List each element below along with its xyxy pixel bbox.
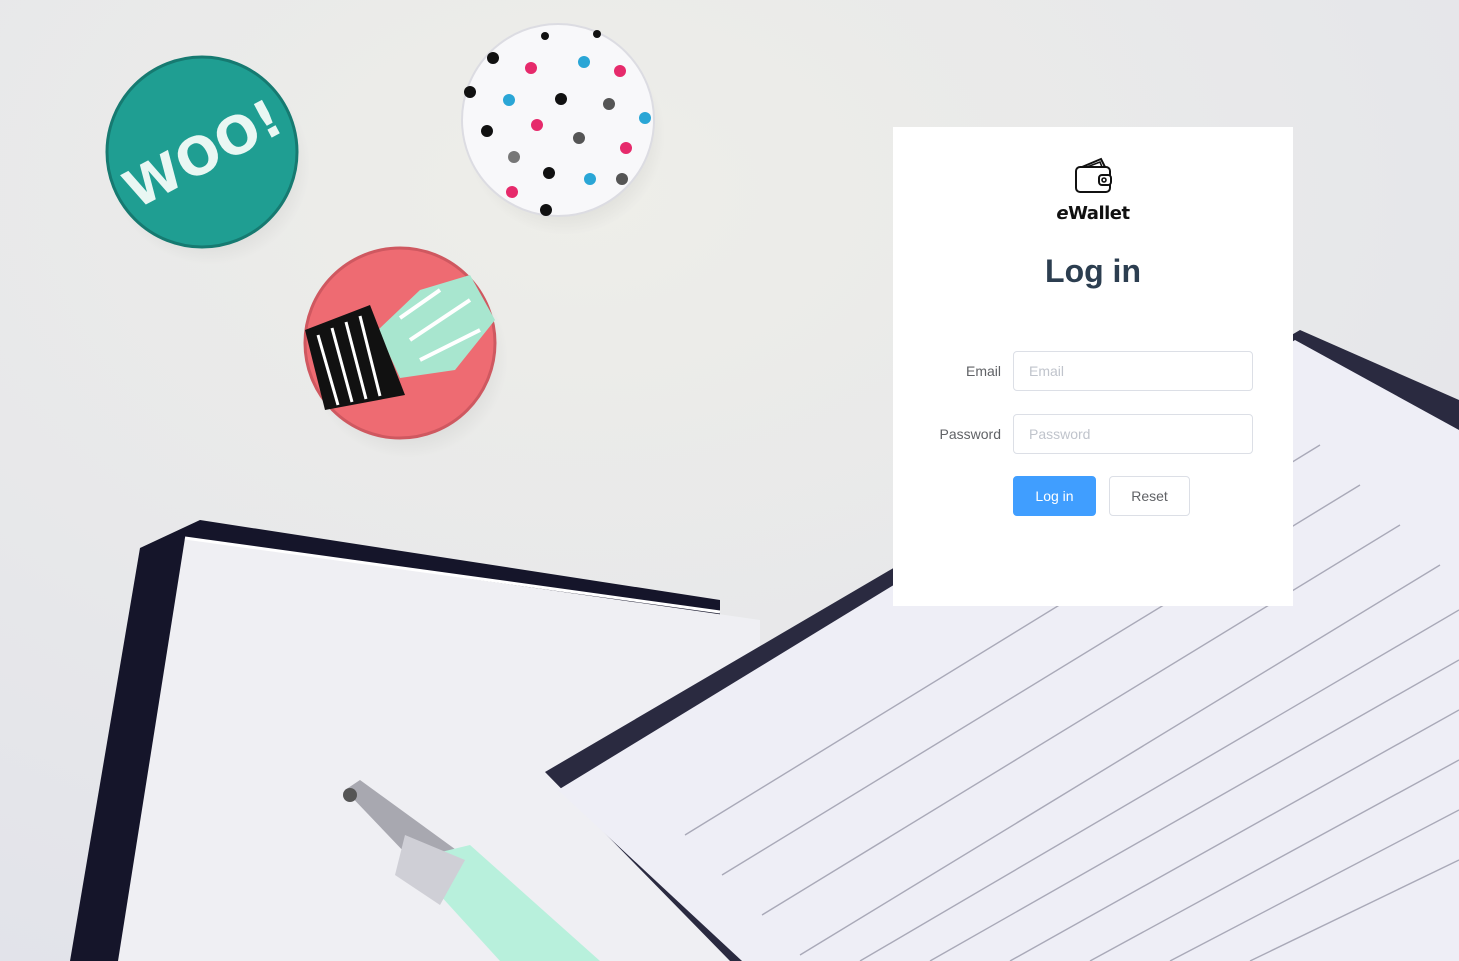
brand-logo: eWallet — [893, 157, 1293, 224]
email-label: Email — [965, 363, 1001, 379]
login-card: eWallet Log in Email Password Log in Res… — [893, 127, 1293, 606]
brand-name-prefix: e — [1056, 203, 1069, 224]
brand-name: eWallet — [893, 203, 1293, 224]
login-button[interactable]: Log in — [1013, 476, 1096, 516]
wallet-icon — [1073, 157, 1113, 195]
brand-name-rest: Wallet — [1068, 203, 1130, 224]
password-label: Password — [939, 426, 1001, 442]
reset-button[interactable]: Reset — [1109, 476, 1190, 516]
page-title: Log in — [1045, 253, 1141, 289]
email-field[interactable] — [1013, 351, 1253, 391]
password-field[interactable] — [1013, 414, 1253, 454]
